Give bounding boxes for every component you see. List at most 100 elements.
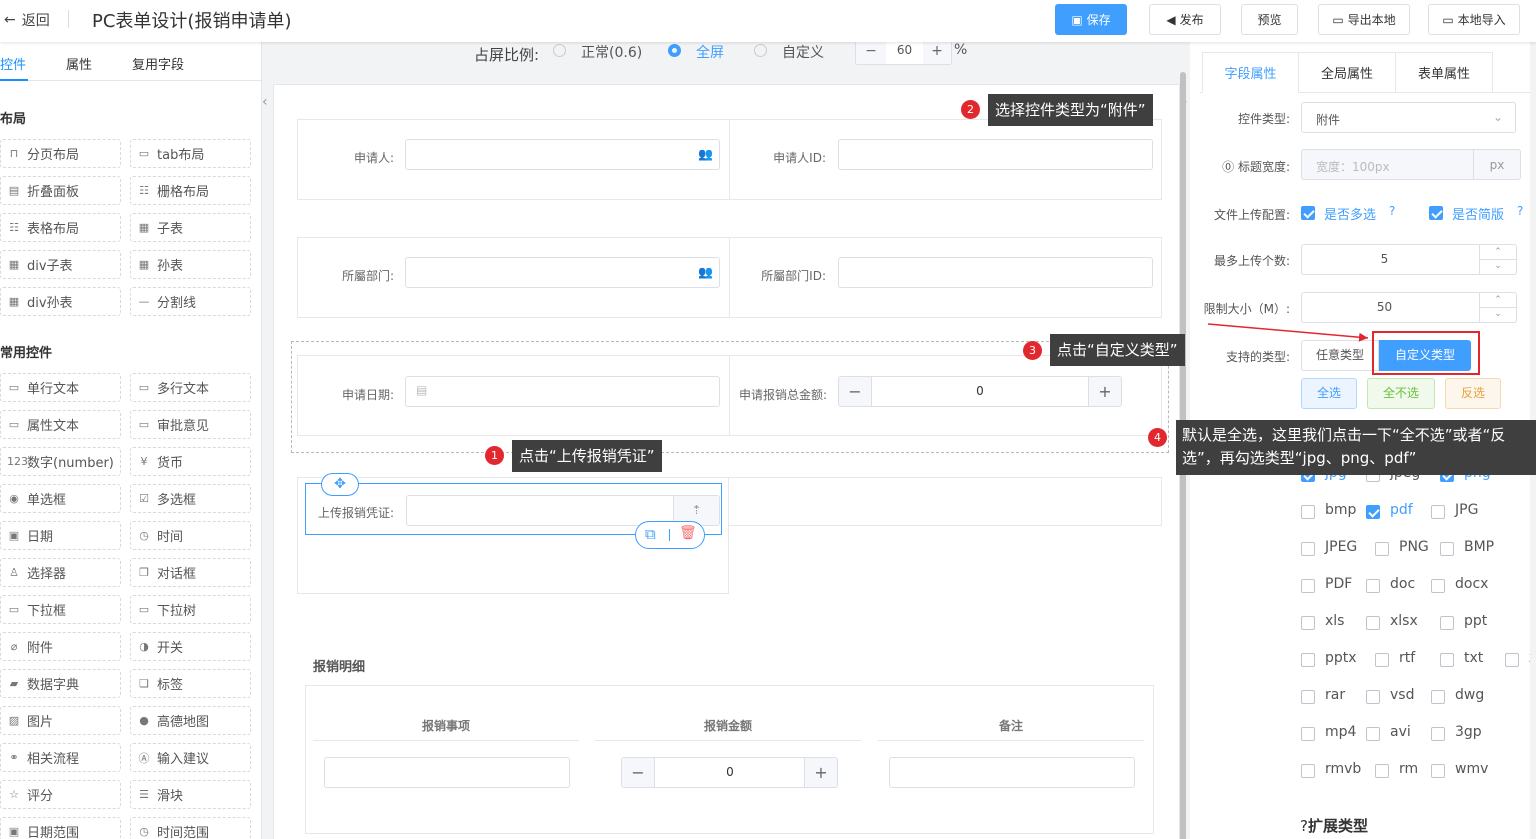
filetype-checkbox-rtf[interactable] bbox=[1375, 653, 1389, 667]
simple-mode-checkbox[interactable] bbox=[1429, 206, 1443, 220]
total-plus-button[interactable]: + bbox=[1088, 377, 1121, 406]
filetype-checkbox-JPG[interactable] bbox=[1431, 505, 1445, 519]
applicant-id-input[interactable] bbox=[838, 139, 1153, 170]
control-grandchild-table[interactable]: ▦ 孙表 bbox=[130, 250, 251, 279]
control-attachment[interactable]: ⌀ 附件 bbox=[0, 632, 121, 661]
control-currency[interactable]: ¥ 货币 bbox=[130, 447, 251, 476]
total-minus-button[interactable]: − bbox=[839, 377, 872, 406]
control-slider[interactable]: ☰ 滑块 bbox=[130, 780, 251, 809]
control-attr-text[interactable]: ▭ 属性文本 bbox=[0, 410, 121, 439]
delete-icon[interactable]: 🗑 bbox=[679, 525, 697, 541]
move-handle-icon[interactable]: ✥ bbox=[321, 473, 359, 496]
control-div-grandchild[interactable]: ▦ div孙表 bbox=[0, 287, 121, 316]
filetype-checkbox-vsd[interactable] bbox=[1366, 690, 1380, 704]
filetype-checkbox-BMP[interactable] bbox=[1440, 542, 1454, 556]
control-type-select[interactable]: 附件 ⌄ bbox=[1301, 102, 1516, 133]
dept-id-input[interactable] bbox=[838, 257, 1153, 288]
tab-form-properties[interactable]: 表单属性 bbox=[1395, 52, 1493, 93]
control-tab[interactable]: ▭ tab布局 bbox=[130, 139, 251, 168]
control-flow[interactable]: ⚭ 相关流程 bbox=[0, 743, 121, 772]
control-pager[interactable]: ⊓ 分页布局 bbox=[0, 139, 121, 168]
control-divider[interactable]: — 分割线 bbox=[130, 287, 251, 316]
control-time-range[interactable]: ◷ 时间范围 bbox=[130, 817, 251, 839]
save-button[interactable]: ▣ 保存 bbox=[1055, 4, 1127, 35]
filetype-checkbox-pdf[interactable] bbox=[1366, 505, 1380, 519]
control-image[interactable]: ▨ 图片 bbox=[0, 706, 121, 735]
chevron-up-icon[interactable]: ⌃ bbox=[1479, 245, 1516, 260]
filetype-checkbox-rmvb[interactable] bbox=[1301, 764, 1315, 778]
tab-properties[interactable]: 属性 bbox=[66, 54, 92, 73]
radio-custom[interactable] bbox=[754, 44, 767, 57]
chevron-up-icon[interactable]: ⌃ bbox=[1479, 293, 1516, 308]
filetype-checkbox-PDF[interactable] bbox=[1301, 579, 1315, 593]
chevron-down-icon[interactable]: ⌄ bbox=[1479, 308, 1516, 322]
control-selector[interactable]: ♙ 选择器 bbox=[0, 558, 121, 587]
control-number[interactable]: 123 数字(number) bbox=[0, 447, 121, 476]
filetype-checkbox-xlsx[interactable] bbox=[1366, 616, 1380, 630]
tab-field-properties[interactable]: 字段属性 bbox=[1202, 52, 1299, 93]
detail-plus-button[interactable]: + bbox=[804, 758, 837, 787]
date-input[interactable]: ▤ bbox=[405, 376, 720, 407]
publish-button[interactable]: ◀ 发布 bbox=[1149, 4, 1221, 35]
filetype-checkbox-txt[interactable] bbox=[1440, 653, 1454, 667]
detail-note-input[interactable] bbox=[889, 757, 1135, 788]
control-checkbox[interactable]: ☑ 多选框 bbox=[130, 484, 251, 513]
filetype-checkbox-avi[interactable] bbox=[1366, 727, 1380, 741]
filetype-checkbox-rm[interactable] bbox=[1375, 764, 1389, 778]
control-dropdown-tree[interactable]: ▭ 下拉树 bbox=[130, 595, 251, 624]
control-star[interactable]: ☆ 评分 bbox=[0, 780, 121, 809]
control-subtable[interactable]: ▦ 子表 bbox=[130, 213, 251, 242]
filetype-checkbox-mp4[interactable] bbox=[1301, 727, 1315, 741]
control-text-input[interactable]: ▭ 单行文本 bbox=[0, 373, 121, 402]
back-button[interactable]: ← 返回 bbox=[4, 10, 50, 30]
filetype-checkbox-zip[interactable] bbox=[1505, 653, 1519, 667]
ratio-minus-button[interactable]: − bbox=[856, 42, 886, 64]
filetype-checkbox-docx[interactable] bbox=[1431, 579, 1445, 593]
users-icon[interactable]: 👥 bbox=[698, 147, 713, 161]
ratio-plus-button[interactable]: + bbox=[923, 42, 951, 64]
control-approval[interactable]: ▭ 审批意见 bbox=[130, 410, 251, 439]
filetype-checkbox-dwg[interactable] bbox=[1431, 690, 1445, 704]
control-date[interactable]: ▣ 日期 bbox=[0, 521, 121, 550]
filetype-checkbox-ppt[interactable] bbox=[1440, 616, 1454, 630]
filetype-checkbox-JPEG[interactable] bbox=[1301, 542, 1315, 556]
control-div-subtable[interactable]: ▦ div子表 bbox=[0, 250, 121, 279]
control-dialog[interactable]: ❐ 对话框 bbox=[130, 558, 251, 587]
filetype-checkbox-rar[interactable] bbox=[1301, 690, 1315, 704]
ratio-stepper[interactable]: − 60 + bbox=[855, 42, 952, 65]
control-table-layout[interactable]: ☷ 表格布局 bbox=[0, 213, 121, 242]
control-tag[interactable]: ❏ 标签 bbox=[130, 669, 251, 698]
control-textarea[interactable]: ▭ 多行文本 bbox=[130, 373, 251, 402]
tab-controls[interactable]: 控件 bbox=[0, 54, 26, 73]
users-icon[interactable]: 👥 bbox=[698, 265, 713, 279]
radio-normal[interactable] bbox=[553, 44, 566, 57]
applicant-input[interactable]: 👥 bbox=[405, 139, 720, 170]
preview-button[interactable]: 预览 bbox=[1241, 4, 1298, 35]
control-dictionary[interactable]: ▰ 数据字典 bbox=[0, 669, 121, 698]
detail-item-input[interactable] bbox=[324, 757, 570, 788]
filetype-checkbox-bmp[interactable] bbox=[1301, 505, 1315, 519]
invert-button[interactable]: 反选 bbox=[1445, 378, 1501, 409]
import-button[interactable]: ▭ 本地导入 bbox=[1428, 4, 1520, 35]
control-time[interactable]: ◷ 时间 bbox=[130, 521, 251, 550]
filetype-checkbox-pptx[interactable] bbox=[1301, 653, 1315, 667]
detail-amount-stepper[interactable]: − 0 + bbox=[621, 757, 838, 788]
control-date-range[interactable]: ▣ 日期范围 bbox=[0, 817, 121, 839]
chevron-down-icon[interactable]: ⌄ bbox=[1479, 260, 1516, 274]
control-map-pin[interactable]: ● 高德地图 bbox=[130, 706, 251, 735]
select-all-button[interactable]: 全选 bbox=[1301, 378, 1357, 409]
filetype-checkbox-doc[interactable] bbox=[1366, 579, 1380, 593]
select-none-button[interactable]: 全不选 bbox=[1367, 378, 1435, 409]
control-grid[interactable]: ☷ 栅格布局 bbox=[130, 176, 251, 205]
multi-select-checkbox[interactable] bbox=[1301, 206, 1315, 220]
detail-minus-button[interactable]: − bbox=[622, 758, 655, 787]
radio-fullscreen[interactable] bbox=[668, 44, 681, 57]
control-collapse[interactable]: ▤ 折叠面板 bbox=[0, 176, 121, 205]
tab-reuse-fields[interactable]: 复用字段 bbox=[132, 54, 184, 73]
filetype-checkbox-wmv[interactable] bbox=[1431, 764, 1445, 778]
title-width-input[interactable]: 宽度：100px px bbox=[1301, 149, 1521, 180]
control-radio[interactable]: ◉ 单选框 bbox=[0, 484, 121, 513]
dept-input[interactable]: 👥 bbox=[405, 257, 720, 288]
control-dropdown[interactable]: ▭ 下拉框 bbox=[0, 595, 121, 624]
control-suggest[interactable]: Ⓐ 输入建议 bbox=[130, 743, 251, 772]
